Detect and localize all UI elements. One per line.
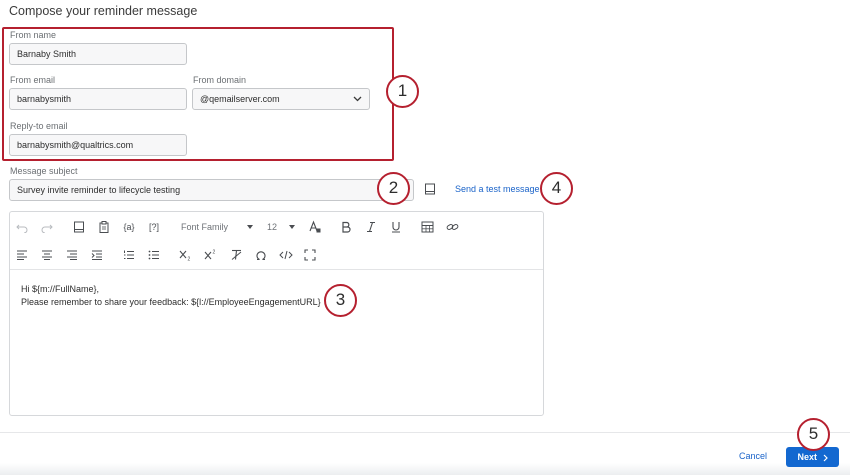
caret-down-icon: [289, 225, 295, 229]
next-button-label: Next: [797, 452, 817, 462]
font-size-dropdown[interactable]: 12: [267, 217, 297, 237]
chevron-down-icon: [353, 89, 362, 109]
align-right-icon[interactable]: [64, 247, 80, 263]
message-subject-label: Message subject: [10, 166, 78, 176]
from-domain-label: From domain: [193, 75, 247, 85]
reply-to-label: Reply-to email: [10, 121, 68, 131]
bold-icon[interactable]: [338, 219, 354, 235]
subscript-icon[interactable]: 2: [178, 247, 194, 263]
callout-3: 3: [324, 284, 357, 317]
chevron-right-icon: [823, 454, 828, 462]
redo-icon[interactable]: [39, 219, 55, 235]
clipboard-icon[interactable]: [96, 219, 112, 235]
message-editor: [9, 211, 544, 416]
library-icon[interactable]: [71, 219, 87, 235]
editor-line-1[interactable]: Hi ${m://FullName},: [21, 283, 99, 296]
message-library-icon[interactable]: [422, 181, 438, 197]
callout-1: 1: [386, 75, 419, 108]
align-center-icon[interactable]: [39, 247, 55, 263]
help-bracket-icon[interactable]: [?]: [145, 219, 163, 235]
from-domain-select[interactable]: @qemailserver.com: [192, 88, 370, 110]
callout-4: 4: [540, 172, 573, 205]
italic-icon[interactable]: [363, 219, 379, 235]
source-code-icon[interactable]: [278, 247, 294, 263]
align-left-icon[interactable]: [14, 247, 30, 263]
bullet-list-icon[interactable]: [146, 247, 162, 263]
callout-2: 2: [377, 172, 410, 205]
clear-formatting-icon[interactable]: [228, 247, 244, 263]
from-name-label: From name: [10, 30, 57, 40]
special-character-icon[interactable]: [253, 247, 269, 263]
superscript-icon[interactable]: 2: [203, 247, 219, 263]
editor-line-2[interactable]: Please remember to share your feedback: …: [21, 296, 321, 309]
footer-divider: [0, 432, 850, 433]
from-email-label: From email: [10, 75, 56, 85]
message-subject-input[interactable]: Survey invite reminder to lifecycle test…: [9, 179, 414, 201]
numbered-list-icon[interactable]: [121, 247, 137, 263]
footer-shadow: [0, 463, 850, 475]
indent-icon[interactable]: [89, 247, 105, 263]
underline-icon[interactable]: [388, 219, 404, 235]
toolbar-divider: [10, 269, 543, 270]
from-email-input[interactable]: barnabysmith: [9, 88, 187, 110]
text-color-icon[interactable]: [307, 219, 323, 235]
undo-icon[interactable]: [14, 219, 30, 235]
from-name-input[interactable]: Barnaby Smith: [9, 43, 187, 65]
fullscreen-icon[interactable]: [302, 247, 318, 263]
from-domain-value: @qemailserver.com: [200, 94, 280, 104]
send-test-message-link[interactable]: Send a test message: [455, 184, 540, 194]
reply-to-input[interactable]: barnabysmith@qualtrics.com: [9, 134, 187, 156]
link-icon[interactable]: [444, 219, 460, 235]
caret-down-icon: [247, 225, 253, 229]
page-title: Compose your reminder message: [9, 4, 198, 18]
font-family-dropdown[interactable]: Font Family: [181, 217, 255, 237]
callout-5: 5: [797, 418, 830, 451]
cancel-button[interactable]: Cancel: [739, 451, 767, 461]
svg-text:2: 2: [188, 257, 191, 262]
svg-text:2: 2: [213, 250, 216, 256]
piped-text-icon[interactable]: {a}: [120, 219, 138, 235]
table-icon[interactable]: [419, 219, 435, 235]
